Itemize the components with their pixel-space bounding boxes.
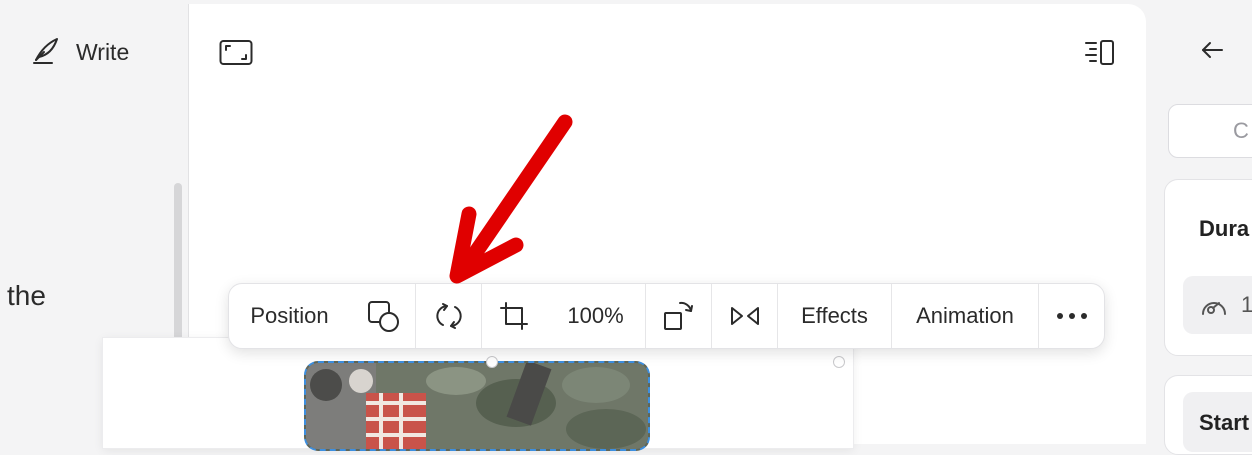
start-label: Start: [1199, 410, 1250, 435]
back-button[interactable]: [1198, 36, 1226, 64]
search-input[interactable]: C: [1168, 104, 1252, 158]
right-panel: C Dura 1 Start: [1146, 0, 1252, 455]
arrow-left-icon: [1202, 42, 1223, 58]
annotation-arrow: [449, 114, 573, 284]
search-placeholder: C: [1233, 118, 1249, 143]
start-card: Start: [1164, 375, 1252, 455]
duration-card: Dura 1: [1164, 179, 1252, 356]
speed-gauge-icon: [1202, 302, 1226, 315]
duration-label: Dura: [1199, 216, 1250, 241]
start-field[interactable]: Start: [1183, 392, 1252, 452]
duration-field[interactable]: 1: [1183, 276, 1252, 334]
duration-value: 1: [1241, 292, 1252, 317]
